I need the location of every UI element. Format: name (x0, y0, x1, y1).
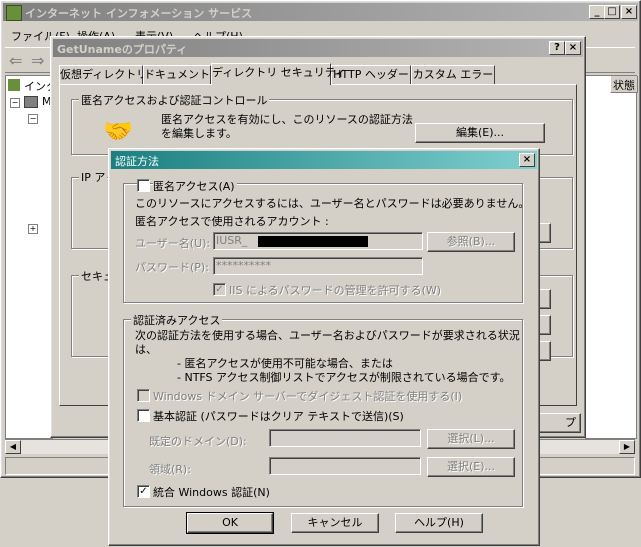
auth-title-bar[interactable]: 認証方法 × (111, 151, 537, 169)
redaction-bar (258, 236, 368, 247)
tree-root-icon (8, 79, 20, 91)
scroll-left-icon[interactable]: ◀ (5, 440, 21, 454)
password-field[interactable]: ********** (213, 257, 423, 275)
scroll-right-icon[interactable]: ▶ (619, 440, 635, 454)
anon-access-checkbox[interactable] (137, 179, 150, 192)
auth-group-label: 認証済みアクセス (131, 312, 223, 328)
main-window-title: インターネット インフォメーション サービス (25, 7, 253, 20)
close-icon[interactable]: × (621, 5, 637, 19)
minimize-icon[interactable]: _ (589, 5, 605, 19)
realm-field[interactable] (269, 457, 421, 475)
digest-auth-label[interactable]: Windows ドメイン サーバーでダイジェスト認証を使用する(I) (153, 388, 462, 404)
edit-button[interactable]: 編集(E)... (415, 123, 545, 143)
properties-title-bar[interactable]: GetUnameのプロパティ ? × (53, 39, 583, 57)
cancel-button[interactable]: キャンセル (291, 513, 379, 533)
realm-select-button[interactable]: 選択(E)... (427, 457, 515, 477)
default-domain-field[interactable] (269, 429, 421, 447)
basic-auth-label[interactable]: 基本認証 (パスワードはクリア テキストで送信)(S) (153, 408, 404, 424)
username-label: ユーザー名(U): (135, 237, 211, 250)
tree-expand-icon[interactable]: + (28, 224, 38, 234)
anon-group-label: 匿名アクセスおよび認証コントロール (79, 92, 270, 108)
tree-expand-icon[interactable]: − (10, 98, 20, 108)
help-question-icon[interactable]: ? (549, 41, 565, 55)
properties-title: GetUnameのプロパティ (57, 43, 188, 56)
tab-custom-errors[interactable]: カスタム エラー (411, 65, 495, 84)
iis-password-checkbox[interactable]: ✓ (213, 283, 226, 296)
browse-button[interactable]: 参照(B)... (427, 232, 515, 252)
realm-label: 領域(R): (149, 463, 191, 476)
anon-info-text: このリソースにアクセスするには、ユーザー名とパスワードは必要ありません。 (135, 197, 530, 210)
auth-info-line1: 次の認証方法を使用する場合、ユーザー名およびパスワードが要求される状況 (135, 329, 520, 342)
computer-icon (24, 96, 38, 108)
close-icon[interactable]: × (565, 41, 581, 55)
auth-info-line2: は、 (135, 343, 157, 356)
integrated-auth-label[interactable]: 統合 Windows 認証(N) (153, 484, 270, 500)
back-arrow-icon[interactable]: ⇐ (9, 51, 22, 70)
basic-auth-checkbox[interactable] (137, 409, 150, 422)
tree-pane: インタ − M − + (5, 75, 57, 439)
main-title-bar[interactable]: インターネット インフォメーション サービス _ □ × (3, 3, 638, 21)
tab-documents[interactable]: ドキュメント (143, 65, 211, 84)
domain-select-button[interactable]: 選択(L)... (427, 429, 515, 449)
integrated-auth-checkbox[interactable]: ✓ (137, 485, 150, 498)
help-button[interactable]: ヘルプ(H) (395, 513, 483, 533)
ok-button[interactable]: OK (186, 512, 274, 534)
auth-bullet2: - NTFS アクセス制御リストでアクセスが制限されている場合です。 (177, 371, 511, 384)
iis-password-label[interactable]: IIS によるパスワードの管理を許可する(W) (229, 282, 441, 298)
anon-desc-line2: を編集します。 (161, 127, 237, 140)
column-header-status[interactable]: 状態 (610, 76, 638, 93)
default-domain-label: 既定のドメイン(D): (149, 435, 247, 448)
handshake-icon: 🤝 (103, 117, 133, 145)
maximize-icon[interactable]: □ (604, 5, 620, 19)
password-label: パスワード(P): (135, 261, 209, 274)
tab-virtual-directory[interactable]: 仮想ディレクトリ (59, 65, 147, 84)
ip-group-label: IP ア (79, 169, 108, 185)
auth-methods-dialog: 認証方法 × 匿名アクセス(A) このリソースにアクセスするには、ユーザー名とパ… (108, 148, 540, 546)
props-help-button[interactable]: プ (535, 413, 581, 433)
anon-access-label[interactable]: 匿名アクセス(A) (153, 178, 237, 194)
auth-dialog-title: 認証方法 (115, 155, 159, 168)
list-pane: 状態 (585, 75, 638, 439)
close-icon[interactable]: × (519, 153, 535, 167)
forward-arrow-icon[interactable]: ⇒ (31, 51, 44, 70)
tab-directory-security[interactable]: ディレクトリ セキュリティ (211, 63, 346, 85)
tab-strip: 仮想ディレクトリ ドキュメント ディレクトリ セキュリティ HTTP ヘッダー … (59, 63, 579, 85)
anon-account-label: 匿名アクセスで使用されるアカウント : (135, 215, 329, 228)
app-icon (6, 5, 22, 21)
tree-expand-icon[interactable]: − (28, 114, 38, 124)
digest-auth-checkbox[interactable] (137, 389, 150, 402)
username-field[interactable]: IUSR_ (213, 232, 423, 250)
